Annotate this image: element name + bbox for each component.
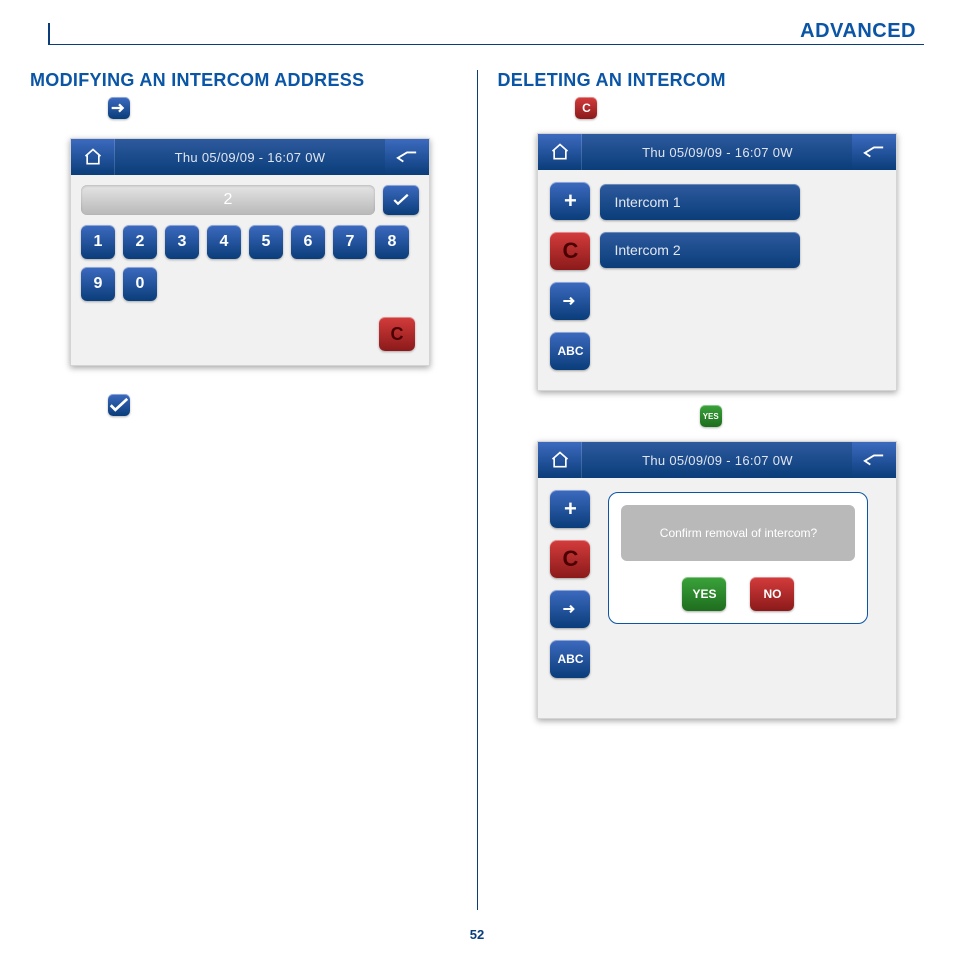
back-button[interactable] — [852, 134, 896, 170]
screen-body: + C ABC Confirm removal of intercom? YES… — [538, 478, 896, 718]
wrench-button[interactable] — [550, 282, 590, 320]
key-8[interactable]: 8 — [375, 225, 409, 259]
screen-delete-confirm: Thu 05/09/09 - 16:07 0W + C ABC Confirm … — [537, 441, 897, 719]
screen-header: Thu 05/09/09 - 16:07 0W — [71, 139, 429, 175]
add-button[interactable]: + — [550, 490, 590, 528]
key-4[interactable]: 4 — [207, 225, 241, 259]
address-input[interactable]: 2 — [81, 185, 375, 215]
confirm-dialog: Confirm removal of intercom? YES NO — [608, 492, 868, 624]
left-column: MODIFYING AN INTERCOM ADDRESS Thu 05/09/… — [30, 70, 457, 920]
section-chapter-label: ADVANCED — [792, 20, 924, 43]
section-title-left: MODIFYING AN INTERCOM ADDRESS — [30, 70, 457, 91]
key-6[interactable]: 6 — [291, 225, 325, 259]
status-bar: Thu 05/09/09 - 16:07 0W — [115, 139, 385, 175]
home-button[interactable] — [538, 442, 582, 478]
dialog-yes-button[interactable]: YES — [682, 577, 726, 611]
column-divider — [477, 70, 478, 910]
dialog-no-button[interactable]: NO — [750, 577, 794, 611]
home-button[interactable] — [71, 139, 115, 175]
check-icon — [108, 394, 130, 416]
delete-c-button[interactable]: C — [550, 232, 590, 270]
screen-address-entry: Thu 05/09/09 - 16:07 0W 2 1 2 3 4 — [70, 138, 430, 366]
clear-key[interactable]: C — [379, 317, 415, 351]
screen-body: + C ABC Intercom 1 Intercom 2 — [538, 170, 896, 390]
key-7[interactable]: 7 — [333, 225, 367, 259]
home-button[interactable] — [538, 134, 582, 170]
intercom-item-2[interactable]: Intercom 2 — [600, 232, 800, 268]
side-action-column: + C ABC — [550, 490, 590, 706]
status-bar: Thu 05/09/09 - 16:07 0W — [582, 134, 852, 170]
screen-body: 2 1 2 3 4 5 6 7 8 9 0 C — [71, 175, 429, 365]
key-1[interactable]: 1 — [81, 225, 115, 259]
page-number: 52 — [470, 927, 484, 942]
status-bar: Thu 05/09/09 - 16:07 0W — [582, 442, 852, 478]
back-button[interactable] — [385, 139, 429, 175]
key-9[interactable]: 9 — [81, 267, 115, 301]
key-3[interactable]: 3 — [165, 225, 199, 259]
numeric-keypad: 1 2 3 4 5 6 7 8 9 0 — [81, 225, 421, 301]
add-button[interactable]: + — [550, 182, 590, 220]
wrench-button[interactable] — [550, 590, 590, 628]
right-column: DELETING AN INTERCOM C Thu 05/09/09 - 16… — [497, 70, 924, 920]
dialog-message: Confirm removal of intercom? — [621, 505, 855, 561]
c-icon: C — [575, 97, 597, 119]
header-rule — [48, 44, 924, 45]
delete-c-button[interactable]: C — [550, 540, 590, 578]
abc-button[interactable]: ABC — [550, 332, 590, 370]
key-5[interactable]: 5 — [249, 225, 283, 259]
section-title-right: DELETING AN INTERCOM — [497, 70, 924, 91]
key-0[interactable]: 0 — [123, 267, 157, 301]
intercom-item-1[interactable]: Intercom 1 — [600, 184, 800, 220]
intercom-list: Intercom 1 Intercom 2 — [600, 184, 800, 378]
yes-icon: YES — [700, 405, 722, 427]
key-2[interactable]: 2 — [123, 225, 157, 259]
confirm-button[interactable] — [383, 185, 419, 215]
wrench-icon — [108, 97, 130, 119]
screen-intercom-list: Thu 05/09/09 - 16:07 0W + C ABC Intercom… — [537, 133, 897, 391]
screen-header: Thu 05/09/09 - 16:07 0W — [538, 442, 896, 478]
screen-header: Thu 05/09/09 - 16:07 0W — [538, 134, 896, 170]
back-button[interactable] — [852, 442, 896, 478]
side-action-column: + C ABC — [550, 182, 590, 378]
abc-button[interactable]: ABC — [550, 640, 590, 678]
